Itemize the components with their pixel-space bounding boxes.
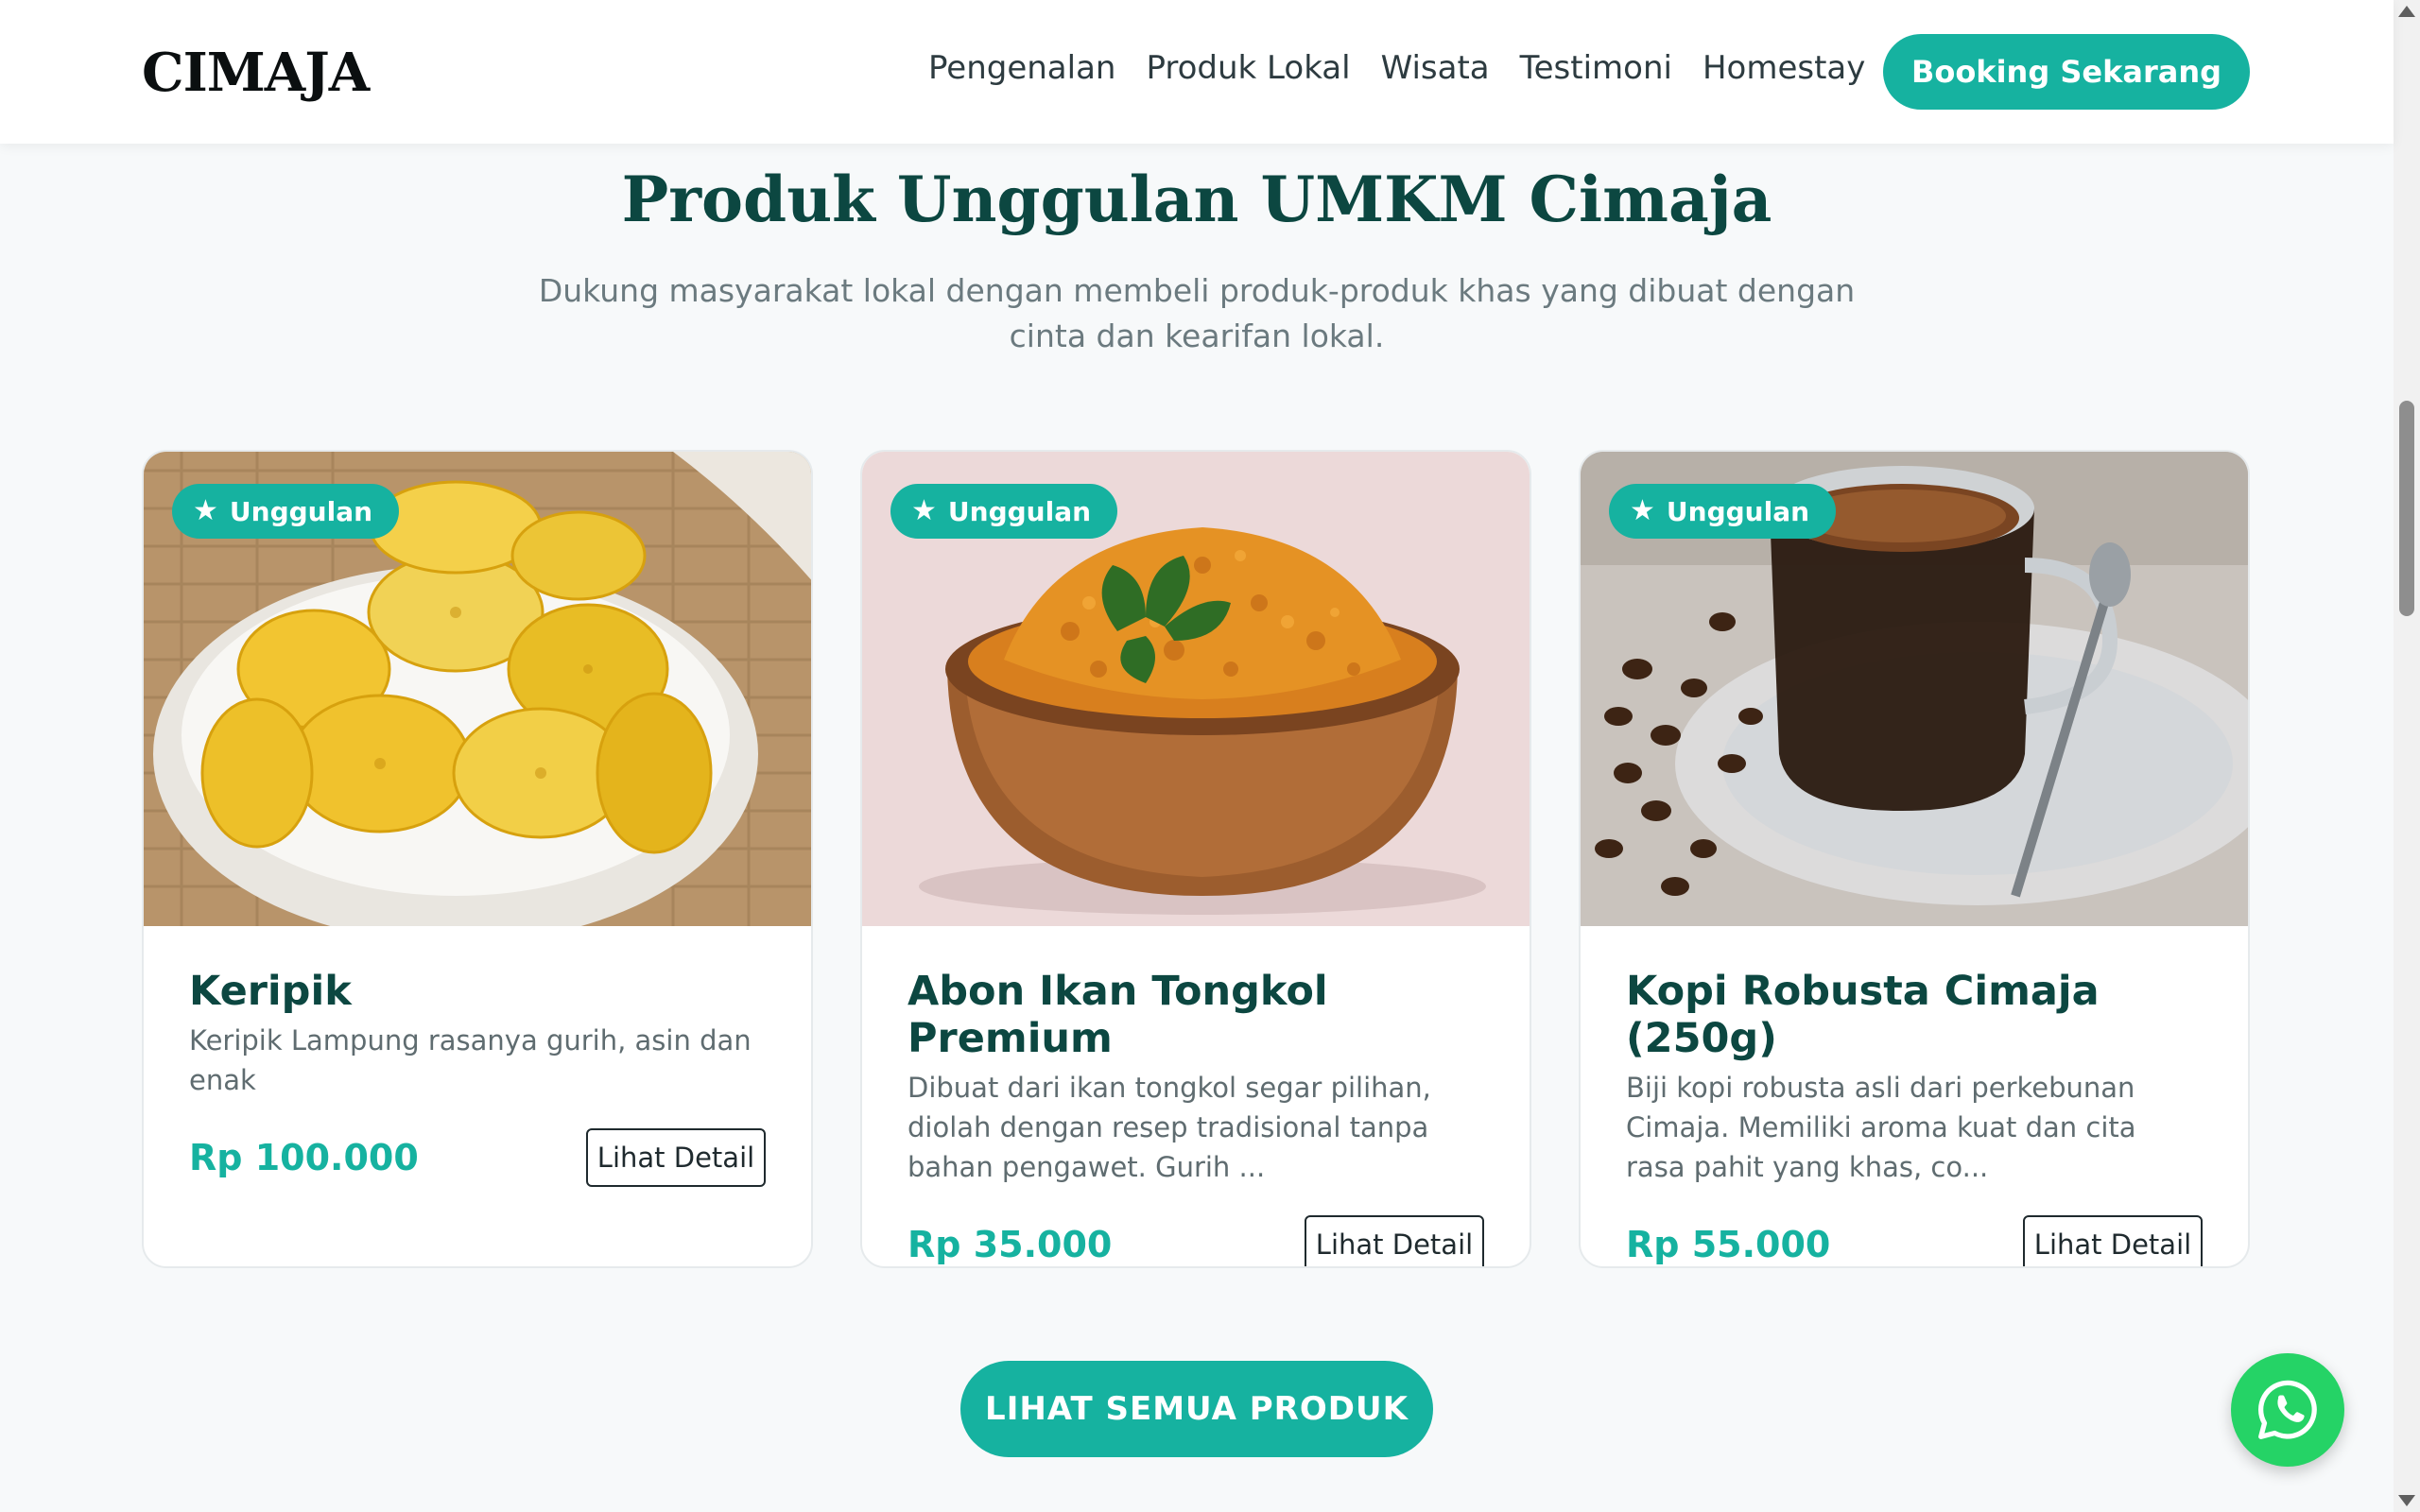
product-card-list: ★ Unggulan Keripik Keripik Lampung rasan…: [142, 450, 2250, 1268]
whatsapp-icon: [2258, 1380, 2317, 1439]
scroll-up-arrow-icon[interactable]: [2398, 6, 2415, 17]
nav-link-testimoni[interactable]: Testimoni: [1520, 49, 1672, 87]
section-subtitle: Dukung masyarakat lokal dengan membeli p…: [538, 272, 1856, 354]
star-icon: ★: [1630, 494, 1655, 527]
top-navbar: CIMAJA Pengenalan Produk Lokal Wisata Te…: [0, 0, 2394, 144]
product-card-body: Kopi Robusta Cimaja (250g) Biji kopi rob…: [1626, 968, 2203, 1266]
product-card-footer: Rp 100.000 Lihat Detail: [189, 1128, 766, 1187]
product-price: Rp 100.000: [189, 1137, 419, 1178]
view-detail-button[interactable]: Lihat Detail: [2023, 1215, 2203, 1266]
product-price: Rp 35.000: [908, 1224, 1113, 1265]
product-card[interactable]: ★ Unggulan Kopi Robusta Cimaja (250g) Bi…: [1579, 450, 2250, 1268]
product-name: Abon Ikan Tongkol Premium: [908, 968, 1328, 1062]
booking-now-button[interactable]: Booking Sekarang: [1883, 34, 2250, 110]
view-detail-button[interactable]: Lihat Detail: [1305, 1215, 1484, 1266]
badge-label: Unggulan: [947, 495, 1092, 527]
product-name: Kopi Robusta Cimaja (250g): [1626, 968, 2100, 1062]
product-description: Keripik Lampung rasanya gurih, asin dan …: [189, 1024, 752, 1096]
badge-label: Unggulan: [229, 495, 373, 527]
star-icon: ★: [911, 494, 937, 527]
featured-badge: ★ Unggulan: [1609, 484, 1837, 539]
nav-link-wisata[interactable]: Wisata: [1381, 49, 1490, 87]
fish-floss-bowl-photo: ★ Unggulan: [862, 452, 1530, 926]
badge-label: Unggulan: [1666, 495, 1810, 527]
product-card[interactable]: ★ Unggulan Keripik Keripik Lampung rasan…: [142, 450, 813, 1268]
product-name: Keripik: [189, 968, 352, 1015]
nav-link-pengenalan[interactable]: Pengenalan: [928, 49, 1115, 87]
product-card-body: Keripik Keripik Lampung rasanya gurih, a…: [189, 968, 766, 1187]
banana-chips-photo: ★ Unggulan: [144, 452, 811, 926]
product-price: Rp 55.000: [1626, 1224, 1831, 1265]
page-scrollbar[interactable]: [2394, 0, 2420, 1512]
robusta-coffee-cup-photo: ★ Unggulan: [1581, 452, 2248, 926]
scroll-thumb[interactable]: [2399, 401, 2414, 616]
star-icon: ★: [193, 494, 218, 527]
section-title: Produk Unggulan UMKM Cimaja: [621, 163, 1772, 236]
nav-link-produk-lokal[interactable]: Produk Lokal: [1146, 49, 1350, 87]
nav-menu: Pengenalan Produk Lokal Wisata Testimoni…: [928, 49, 1865, 87]
view-all-products-button[interactable]: LIHAT SEMUA PRODUK: [960, 1361, 1433, 1457]
view-detail-button[interactable]: Lihat Detail: [586, 1128, 766, 1187]
product-card[interactable]: ★ Unggulan Abon Ikan Tongkol Premium Dib…: [860, 450, 1531, 1268]
featured-badge: ★ Unggulan: [890, 484, 1118, 539]
product-description: Biji kopi robusta asli dari perkebunan C…: [1626, 1072, 2136, 1183]
featured-badge: ★ Unggulan: [172, 484, 400, 539]
product-card-footer: Rp 55.000 Lihat Detail: [1626, 1215, 2203, 1266]
product-card-footer: Rp 35.000 Lihat Detail: [908, 1215, 1484, 1266]
nav-link-homestay[interactable]: Homestay: [1703, 49, 1865, 87]
product-card-body: Abon Ikan Tongkol Premium Dibuat dari ik…: [908, 968, 1484, 1266]
scroll-down-arrow-icon[interactable]: [2398, 1495, 2415, 1506]
product-description: Dibuat dari ikan tongkol segar pilihan, …: [908, 1072, 1431, 1183]
whatsapp-float-button[interactable]: [2231, 1353, 2344, 1467]
brand-logo[interactable]: CIMAJA: [142, 42, 370, 104]
